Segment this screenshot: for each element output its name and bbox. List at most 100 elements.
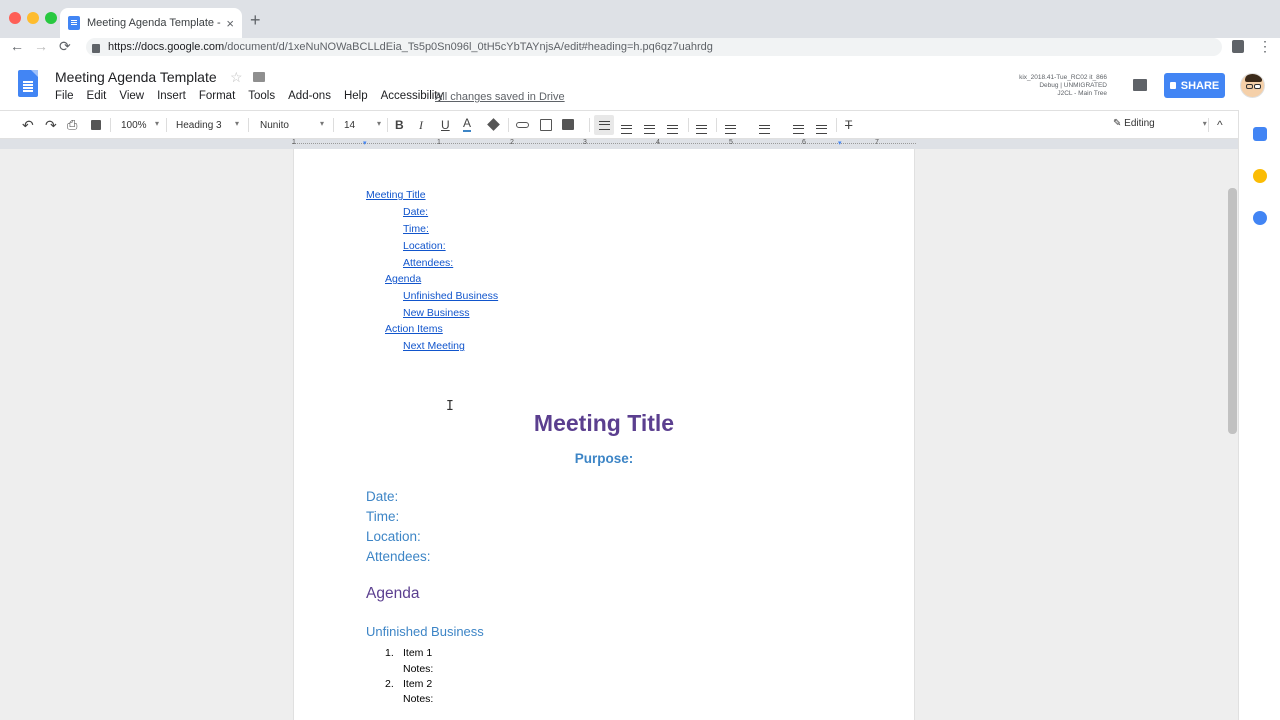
toc-link-new-business[interactable]: New Business <box>403 307 470 319</box>
field-time[interactable]: Time: <box>366 509 399 524</box>
menu-file[interactable]: File <box>55 90 74 102</box>
menu-help[interactable]: Help <box>344 90 368 102</box>
justify-button[interactable] <box>667 120 678 138</box>
increase-indent-button[interactable] <box>816 120 827 138</box>
list-item-notes[interactable]: Notes: <box>403 693 433 705</box>
bulleted-list-icon <box>759 124 770 134</box>
menu-insert[interactable]: Insert <box>157 90 186 102</box>
ruler-number: 3 <box>583 139 587 146</box>
font-select[interactable]: Nunito <box>260 116 324 134</box>
browser-menu-icon[interactable]: ⋮ <box>1258 38 1272 55</box>
indent-marker-icon[interactable]: ▾ <box>363 139 367 147</box>
menu-view[interactable]: View <box>119 90 144 102</box>
toc-link-time[interactable]: Time: <box>403 223 429 235</box>
saved-status-link[interactable]: All changes saved in Drive <box>435 91 565 103</box>
url-input[interactable]: https://docs.google.com/document/d/1xeNu… <box>86 38 1222 56</box>
unfinished-business-heading[interactable]: Unfinished Business <box>366 624 484 639</box>
share-button[interactable]: SHARE <box>1164 73 1225 98</box>
toc-link-meeting-title[interactable]: Meeting Title <box>366 189 426 201</box>
menu-format[interactable]: Format <box>199 90 235 102</box>
list-item[interactable]: Item 2 <box>403 678 432 690</box>
new-tab-button[interactable]: + <box>250 10 261 31</box>
maximize-window-button[interactable] <box>45 12 57 24</box>
toc-link-attendees[interactable]: Attendees: <box>403 257 453 269</box>
field-date[interactable]: Date: <box>366 489 398 504</box>
url-path: /document/d/1xeNuNOWaBCLLdEia_Ts5p0Sn096… <box>224 41 713 53</box>
field-location[interactable]: Location: <box>366 529 421 544</box>
font-size-select[interactable]: 14 <box>344 116 381 134</box>
toolbar-separator <box>716 118 717 132</box>
italic-button[interactable]: I <box>419 116 423 134</box>
bold-button[interactable]: B <box>395 116 404 134</box>
line-spacing-icon <box>696 124 707 134</box>
toc-link-next-meeting[interactable]: Next Meeting <box>403 340 465 352</box>
document-title[interactable]: Meeting Agenda Template <box>55 69 217 85</box>
collapse-toolbar-icon[interactable]: ^ <box>1217 116 1223 134</box>
star-icon[interactable]: ☆ <box>230 69 243 86</box>
menu-accessibility[interactable]: Accessibility <box>381 90 444 102</box>
right-indent-marker-icon[interactable]: ▾ <box>838 139 842 147</box>
back-button[interactable]: ← <box>10 38 24 54</box>
field-attendees[interactable]: Attendees: <box>366 549 431 564</box>
vertical-scrollbar[interactable] <box>1228 188 1237 434</box>
numbered-list-button[interactable] <box>725 120 736 138</box>
close-window-button[interactable] <box>9 12 21 24</box>
editing-mode-label: Editing <box>1124 118 1155 129</box>
toolbar-separator <box>333 118 334 132</box>
underline-button[interactable]: U <box>441 116 450 134</box>
document-purpose[interactable]: Purpose: <box>293 451 915 466</box>
highlight-color-icon[interactable] <box>487 118 500 131</box>
bulleted-list-button[interactable] <box>759 120 770 138</box>
comment-icon[interactable] <box>1133 79 1147 91</box>
menu-edit[interactable]: Edit <box>87 90 107 102</box>
clear-formatting-icon[interactable]: T <box>845 116 852 134</box>
lock-icon <box>92 43 100 53</box>
ruler[interactable]: 1 ▾ 1 2 3 4 5 6 ▾ 7 <box>292 139 916 149</box>
editing-mode-select[interactable]: ✎ Editing <box>1113 118 1207 129</box>
browser-tab[interactable]: Meeting Agenda Template - Go × <box>60 8 242 38</box>
toc-link-action-items[interactable]: Action Items <box>385 323 443 335</box>
minimize-window-button[interactable] <box>27 12 39 24</box>
reload-button[interactable]: ⟳ <box>59 38 71 55</box>
folder-icon[interactable] <box>253 72 265 82</box>
redo-icon[interactable]: ↷ <box>45 116 57 134</box>
align-center-button[interactable] <box>621 120 632 138</box>
link-icon[interactable] <box>516 122 529 128</box>
forward-button[interactable]: → <box>34 38 48 54</box>
tasks-icon[interactable] <box>1253 211 1267 225</box>
text-color-button[interactable]: A <box>463 116 472 132</box>
document-heading-title[interactable]: Meeting Title <box>293 410 915 437</box>
toc-link-location[interactable]: Location: <box>403 240 446 252</box>
docs-logo-icon[interactable] <box>18 70 38 97</box>
align-left-button[interactable] <box>594 115 614 135</box>
toc-link-unfinished-business[interactable]: Unfinished Business <box>403 290 498 302</box>
list-item-notes[interactable]: Notes: <box>403 663 433 675</box>
print-icon[interactable]: ⎙ <box>67 116 77 134</box>
lock-icon <box>1169 82 1176 89</box>
extension-icon[interactable] <box>1232 40 1244 53</box>
calendar-icon[interactable] <box>1253 127 1267 141</box>
toc-link-date[interactable]: Date: <box>403 206 428 218</box>
align-right-button[interactable] <box>644 120 655 138</box>
agenda-heading[interactable]: Agenda <box>366 585 419 603</box>
close-tab-icon[interactable]: × <box>226 16 234 31</box>
decrease-indent-icon <box>793 124 804 134</box>
list-item[interactable]: Item 1 <box>403 647 432 659</box>
paint-format-icon[interactable] <box>91 120 101 130</box>
insert-image-icon[interactable] <box>562 119 574 130</box>
keep-icon[interactable] <box>1253 169 1267 183</box>
docs-header: Meeting Agenda Template ☆ File Edit View… <box>0 58 1280 110</box>
share-label: SHARE <box>1180 79 1220 92</box>
decrease-indent-button[interactable] <box>793 120 804 138</box>
menu-addons[interactable]: Add-ons <box>288 90 331 102</box>
toc-link-agenda[interactable]: Agenda <box>385 273 421 285</box>
zoom-select[interactable]: 100% <box>121 116 159 134</box>
menu-tools[interactable]: Tools <box>248 90 275 102</box>
undo-icon[interactable]: ↶ <box>22 116 34 134</box>
ruler-number: 1 <box>437 139 441 146</box>
debug-line: Debug | UNMIGRATED <box>1039 82 1107 89</box>
line-spacing-button[interactable] <box>696 120 707 138</box>
avatar[interactable] <box>1240 73 1265 98</box>
style-select[interactable]: Heading 3 <box>176 116 239 134</box>
insert-comment-icon[interactable] <box>540 119 552 131</box>
